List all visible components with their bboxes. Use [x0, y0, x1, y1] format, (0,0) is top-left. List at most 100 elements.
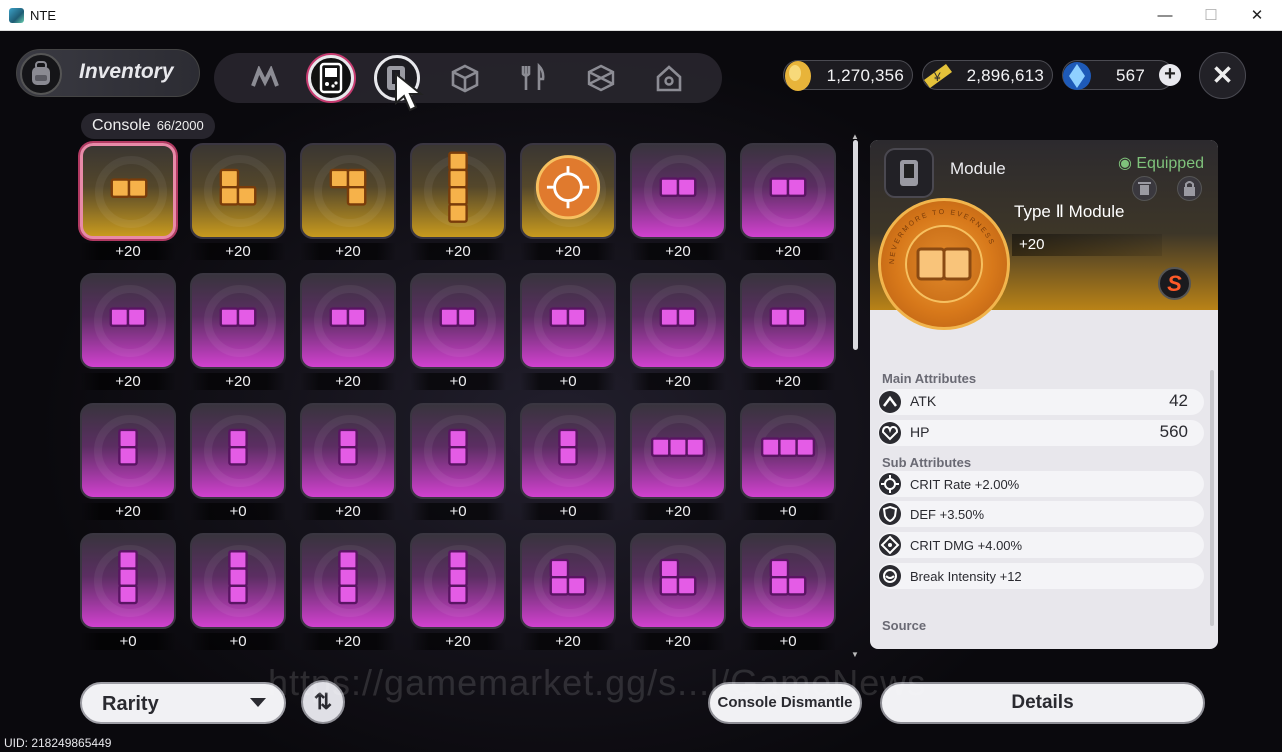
module-shape-icon [549, 307, 587, 327]
console-item-slot[interactable] [190, 403, 286, 499]
console-item-slot[interactable] [630, 273, 726, 369]
console-item-slot[interactable] [630, 143, 726, 239]
dropdown-caret-icon [250, 698, 266, 707]
console-item-slot[interactable] [630, 533, 726, 629]
equipped-text: Equipped [1136, 155, 1204, 172]
hp-icon [879, 422, 901, 444]
console-item-slot[interactable] [520, 143, 616, 239]
item-level-label: +0 [190, 503, 286, 520]
console-item-slot[interactable] [190, 143, 286, 239]
player-uid: UID: 218249865449 [4, 736, 112, 750]
top-bar: Inventory 1,270,356 ¥ 2,896,613 567 + ✕ [0, 31, 1282, 123]
module-level: +20 [1012, 234, 1162, 256]
console-item-slot[interactable] [300, 533, 396, 629]
console-item-slot[interactable] [740, 403, 836, 499]
n-logo-icon [251, 66, 279, 87]
scroll-up-arrow-icon[interactable]: ▲ [851, 132, 859, 141]
item-level-label: +20 [520, 633, 616, 650]
module-shape-icon [769, 177, 807, 197]
game-screen: Inventory 1,270,356 ¥ 2,896,613 567 + ✕ … [0, 31, 1282, 752]
crate-icon [587, 64, 615, 92]
grid-scrollbar[interactable] [853, 140, 858, 350]
minimize-button[interactable]: — [1142, 0, 1188, 31]
maximize-button[interactable]: ☐ [1188, 0, 1234, 31]
console-item-slot[interactable] [520, 403, 616, 499]
handheld-icon [319, 62, 343, 94]
module-shape-icon [219, 307, 257, 327]
detail-scrollbar[interactable] [1210, 370, 1214, 626]
console-item-slot[interactable] [300, 143, 396, 239]
console-item-slot[interactable] [410, 273, 506, 369]
item-level-label: +20 [80, 503, 176, 520]
console-item-slot[interactable] [520, 533, 616, 629]
console-item-slot[interactable] [80, 273, 176, 369]
category-tabs [214, 53, 722, 103]
attr-name: ATK [910, 393, 937, 409]
module-shape-icon [329, 168, 367, 206]
atk-icon [879, 391, 901, 413]
close-inventory-button[interactable]: ✕ [1199, 52, 1246, 99]
module-shape-icon [558, 428, 578, 466]
tab-console-handheld[interactable] [308, 55, 354, 101]
page-title: Inventory [79, 60, 174, 83]
mouse-cursor-icon [395, 71, 424, 112]
console-item-slot[interactable] [740, 143, 836, 239]
window-close-button[interactable]: ✕ [1234, 0, 1280, 31]
source-heading: Source [882, 618, 927, 633]
console-item-slot[interactable] [190, 533, 286, 629]
console-item-slot[interactable] [410, 143, 506, 239]
app-icon [9, 8, 24, 23]
console-item-slot[interactable] [80, 533, 176, 629]
console-item-slot[interactable] [630, 403, 726, 499]
console-item-slot[interactable] [740, 273, 836, 369]
item-level-label: +0 [190, 633, 286, 650]
tab-n-logo[interactable] [242, 55, 288, 101]
console-count-label: Console 66/2000 [81, 113, 215, 139]
ticket-amount: 2,896,613 [966, 66, 1044, 85]
item-level-label: +0 [410, 373, 506, 390]
console-item-slot[interactable] [80, 143, 176, 239]
sub-attribute-row: Break Intensity +12 [878, 563, 1204, 589]
module-shape-icon [659, 558, 697, 596]
console-item-slot[interactable] [520, 273, 616, 369]
inventory-header: Inventory [16, 49, 200, 97]
console-item-slot[interactable] [300, 403, 396, 499]
attr-name: HP [910, 424, 930, 440]
item-level-label: +20 [300, 373, 396, 390]
module-shape-icon [659, 307, 697, 327]
console-item-slot[interactable] [300, 273, 396, 369]
trash-button[interactable] [1132, 176, 1157, 201]
sub-attr-text: CRIT Rate +2.00% [910, 477, 1020, 492]
console-item-slot[interactable] [80, 403, 176, 499]
console-item-slot[interactable] [190, 273, 286, 369]
add-crystal-button[interactable]: + [1159, 64, 1181, 86]
medal-core [905, 225, 983, 303]
module-shape-icon [110, 178, 148, 198]
tab-crate[interactable] [578, 55, 624, 101]
console-item-slot[interactable] [410, 533, 506, 629]
rarity-filter-dropdown[interactable]: Rarity [80, 682, 286, 724]
item-level-label: +0 [410, 503, 506, 520]
item-level-label: +20 [300, 633, 396, 650]
console-item-slot[interactable] [740, 533, 836, 629]
tab-food[interactable] [510, 55, 556, 101]
details-button[interactable]: Details [880, 682, 1205, 724]
item-level-label: +20 [300, 503, 396, 520]
scroll-down-arrow-icon[interactable]: ▼ [851, 650, 859, 659]
attr-value: 560 [1159, 422, 1188, 441]
rarity-label: Rarity [102, 693, 159, 715]
module-shape-icon [338, 550, 358, 605]
tab-cube[interactable] [442, 55, 488, 101]
fork-knife-icon [521, 63, 545, 90]
lock-button[interactable] [1177, 176, 1202, 201]
module-shape-icon [659, 177, 697, 197]
module-shape-icon [228, 428, 248, 466]
backpack-icon [20, 53, 62, 95]
medal-icon [535, 155, 601, 220]
module-shape-icon [228, 550, 248, 605]
item-level-label: +20 [630, 503, 726, 520]
module-name: Type Ⅱ Module [1014, 202, 1125, 221]
console-item-slot[interactable] [410, 403, 506, 499]
lock-icon [1184, 181, 1195, 196]
tab-home[interactable] [646, 55, 692, 101]
